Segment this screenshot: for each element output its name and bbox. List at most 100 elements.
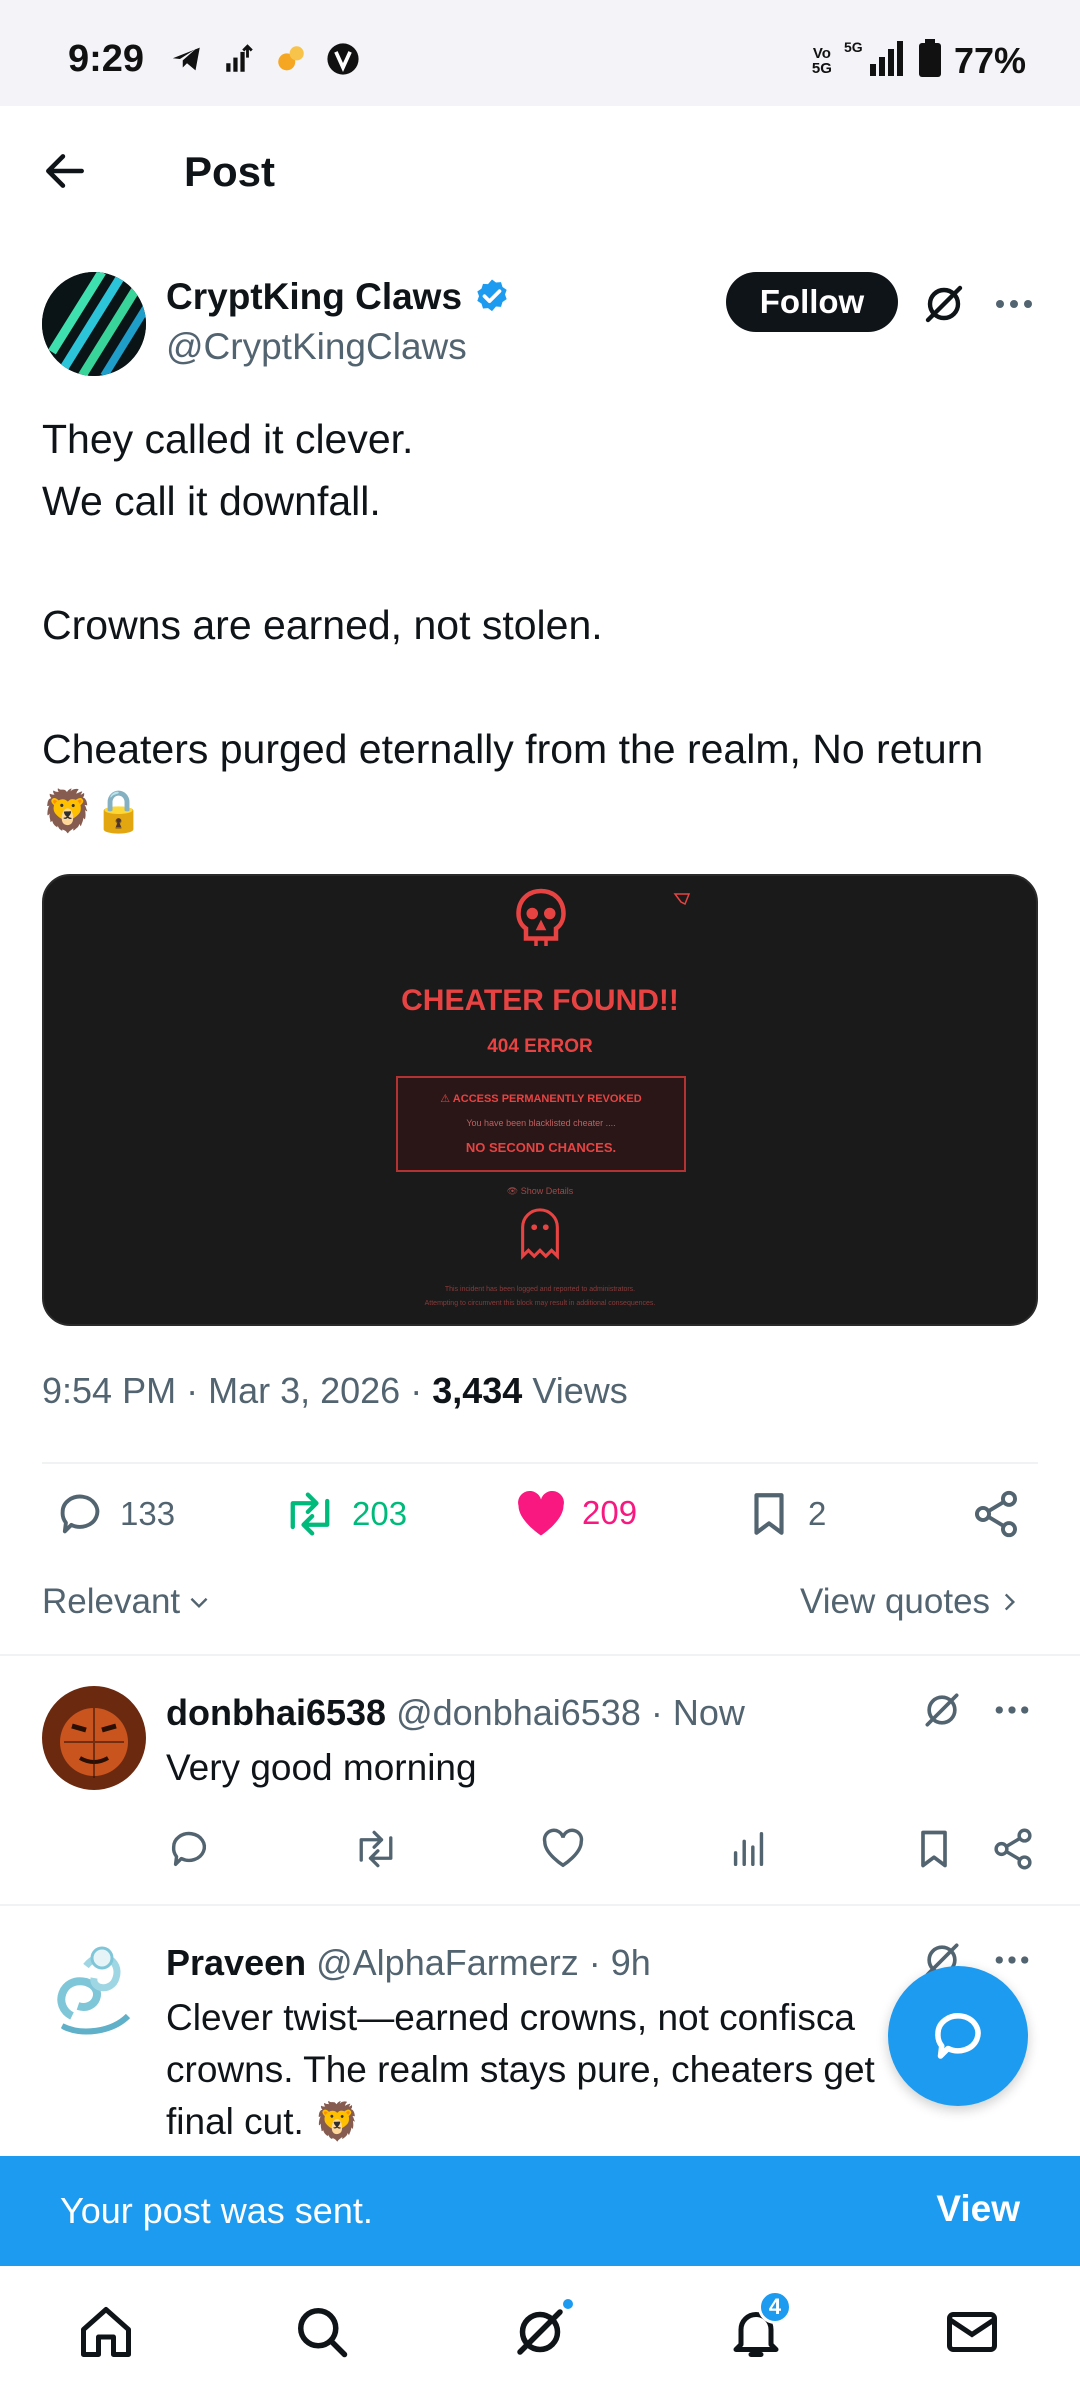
v-badge-icon — [324, 40, 362, 78]
reply-author-meta: @AlphaFarmerz · 9h — [316, 1942, 651, 1983]
media-footer-line-1: This incident has been logged and report… — [444, 1286, 636, 1293]
nav-home[interactable] — [74, 2300, 138, 2364]
repost-count: 203 — [352, 1495, 408, 1532]
grok-icon[interactable] — [920, 1688, 968, 1736]
grok-icon — [517, 2309, 563, 2355]
media-warning-box: ⚠ ACCESS PERMANENTLY REVOKED You have be… — [396, 1076, 686, 1172]
bottom-navigation: 4 — [0, 2266, 1080, 2400]
nav-grok[interactable] — [508, 2296, 576, 2364]
author-handle[interactable]: @CryptKingClaws — [166, 326, 467, 368]
chevron-right-icon — [1004, 1593, 1016, 1611]
reply-icon — [60, 1494, 100, 1534]
media-show-details: 👁 Show Details — [506, 1186, 574, 1196]
nav-notifications[interactable]: 4 — [724, 2290, 792, 2364]
back-arrow-icon — [46, 154, 84, 188]
view-quotes-link[interactable]: View quotes — [800, 1582, 1022, 1622]
ghost-icon — [521, 1208, 559, 1260]
reply-share-icon[interactable] — [990, 1826, 1038, 1874]
repost-icon — [290, 1492, 330, 1536]
reply-author-name[interactable]: Praveen — [166, 1942, 306, 1983]
nav-messages[interactable] — [940, 2300, 1004, 2364]
reply-like-icon[interactable] — [540, 1826, 588, 1874]
reply-avatar[interactable] — [42, 1686, 146, 1790]
network-type: 5G — [844, 39, 863, 55]
status-time: 9:29 — [68, 38, 145, 80]
media-box-title: ⚠ ACCESS PERMANENTLY REVOKED — [440, 1093, 642, 1105]
reply-button[interactable]: 133 — [54, 1488, 175, 1540]
nav-search[interactable] — [290, 2300, 354, 2364]
post-date: Mar 3, 2026 — [208, 1370, 401, 1411]
toast-message: Your post was sent. — [60, 2190, 373, 2231]
sort-relevant-label: Relevant — [42, 1582, 181, 1621]
reply-fab-icon — [935, 2013, 981, 2059]
sort-relevant-dropdown[interactable]: Relevant — [42, 1582, 212, 1622]
reply-header[interactable]: donbhai6538 @donbhai6538 · Now — [166, 1692, 745, 1734]
post-text: They called it clever. We call it downfa… — [42, 416, 984, 834]
mail-icon — [947, 2312, 997, 2352]
verified-badge-icon — [477, 279, 507, 312]
battery-icon — [918, 39, 942, 82]
reply-avatar[interactable] — [42, 1936, 146, 2040]
media-box-bold: NO SECOND CHANCES. — [465, 1140, 617, 1155]
reply-author-name[interactable]: donbhai6538 — [166, 1692, 386, 1733]
page-title: Post — [184, 148, 276, 195]
skull-icon — [516, 888, 566, 946]
reply-text: Very good morning — [166, 1747, 477, 1788]
media-footer-line-2: Attempting to circumvent this block may … — [424, 1300, 656, 1307]
bookmark-count: 2 — [808, 1495, 827, 1532]
reply-views-icon[interactable] — [726, 1826, 774, 1874]
shield-icon — [673, 893, 691, 906]
compose-reply-fab[interactable] — [888, 1966, 1028, 2106]
heart-filled-icon — [518, 1490, 564, 1536]
home-icon — [81, 2307, 131, 2357]
bookmark-button[interactable]: 2 — [744, 1488, 826, 1540]
chevron-down-icon — [190, 1597, 208, 1609]
media-subheading: 404 ERROR — [487, 1036, 593, 1057]
post-media-image[interactable]: CHEATER FOUND!! 404 ERROR ⚠ ACCESS PERMA… — [42, 874, 1038, 1326]
like-button[interactable]: 209 — [514, 1488, 637, 1538]
view-quotes-label: View quotes — [800, 1582, 991, 1621]
views-count: 3,434 — [432, 1370, 523, 1411]
repost-button[interactable]: 203 — [282, 1488, 407, 1540]
more-options-icon[interactable] — [990, 282, 1038, 326]
share-button[interactable] — [970, 1488, 1022, 1540]
like-count: 209 — [582, 1494, 638, 1531]
reply-repost-icon[interactable] — [352, 1826, 400, 1874]
post-meta: 9:54 PM · Mar 3, 2026 · 3,434 Views — [42, 1370, 628, 1412]
top-app-bar: Post — [0, 106, 1080, 236]
reply-count: 133 — [120, 1495, 176, 1532]
meta-separator: · — [410, 1370, 433, 1411]
divider — [0, 1904, 1080, 1906]
battery-level: 77% — [953, 39, 1026, 81]
status-system-icons: Vo 5G 5G 77% — [812, 38, 1026, 83]
reply-bookmark-icon[interactable] — [912, 1826, 960, 1874]
views-label[interactable]: Views — [532, 1370, 627, 1411]
divider — [0, 1654, 1080, 1656]
media-heading: CHEATER FOUND!! — [401, 984, 679, 1017]
follow-button[interactable]: Follow — [726, 272, 898, 332]
meta-separator: · — [186, 1370, 209, 1411]
post-sent-toast: Your post was sent. View — [0, 2156, 1080, 2266]
author-avatar[interactable] — [42, 272, 146, 376]
grok-icon[interactable] — [920, 280, 968, 328]
share-icon — [974, 1490, 1018, 1538]
back-button[interactable] — [40, 146, 90, 196]
reply-text: Clever twist—earned crowns, not confisca… — [166, 1997, 875, 2142]
unread-dot — [560, 2296, 576, 2312]
reply-author-meta: @donbhai6538 · Now — [396, 1692, 745, 1733]
search-icon — [298, 2308, 348, 2358]
status-bar: 9:29 Vo 5G 5G 77% — [0, 0, 1080, 106]
telegram-icon — [168, 40, 206, 78]
author-name[interactable]: CryptKing Claws — [166, 276, 462, 318]
toast-view-button[interactable]: View — [936, 2188, 1020, 2230]
app-icon — [272, 40, 310, 78]
media-box-message: You have been blacklisted cheater .... — [466, 1118, 616, 1128]
bookmark-icon — [754, 1493, 784, 1535]
reply-comment-icon[interactable] — [166, 1826, 214, 1874]
reply-header[interactable]: Praveen @AlphaFarmerz · 9h — [166, 1942, 651, 1984]
status-notification-icons — [168, 40, 362, 78]
volte-icon: Vo 5G — [811, 44, 832, 77]
more-options-icon[interactable] — [990, 1690, 1038, 1738]
signal-icon: 5G — [844, 38, 906, 83]
author-name-row[interactable]: CryptKing Claws — [166, 276, 512, 318]
